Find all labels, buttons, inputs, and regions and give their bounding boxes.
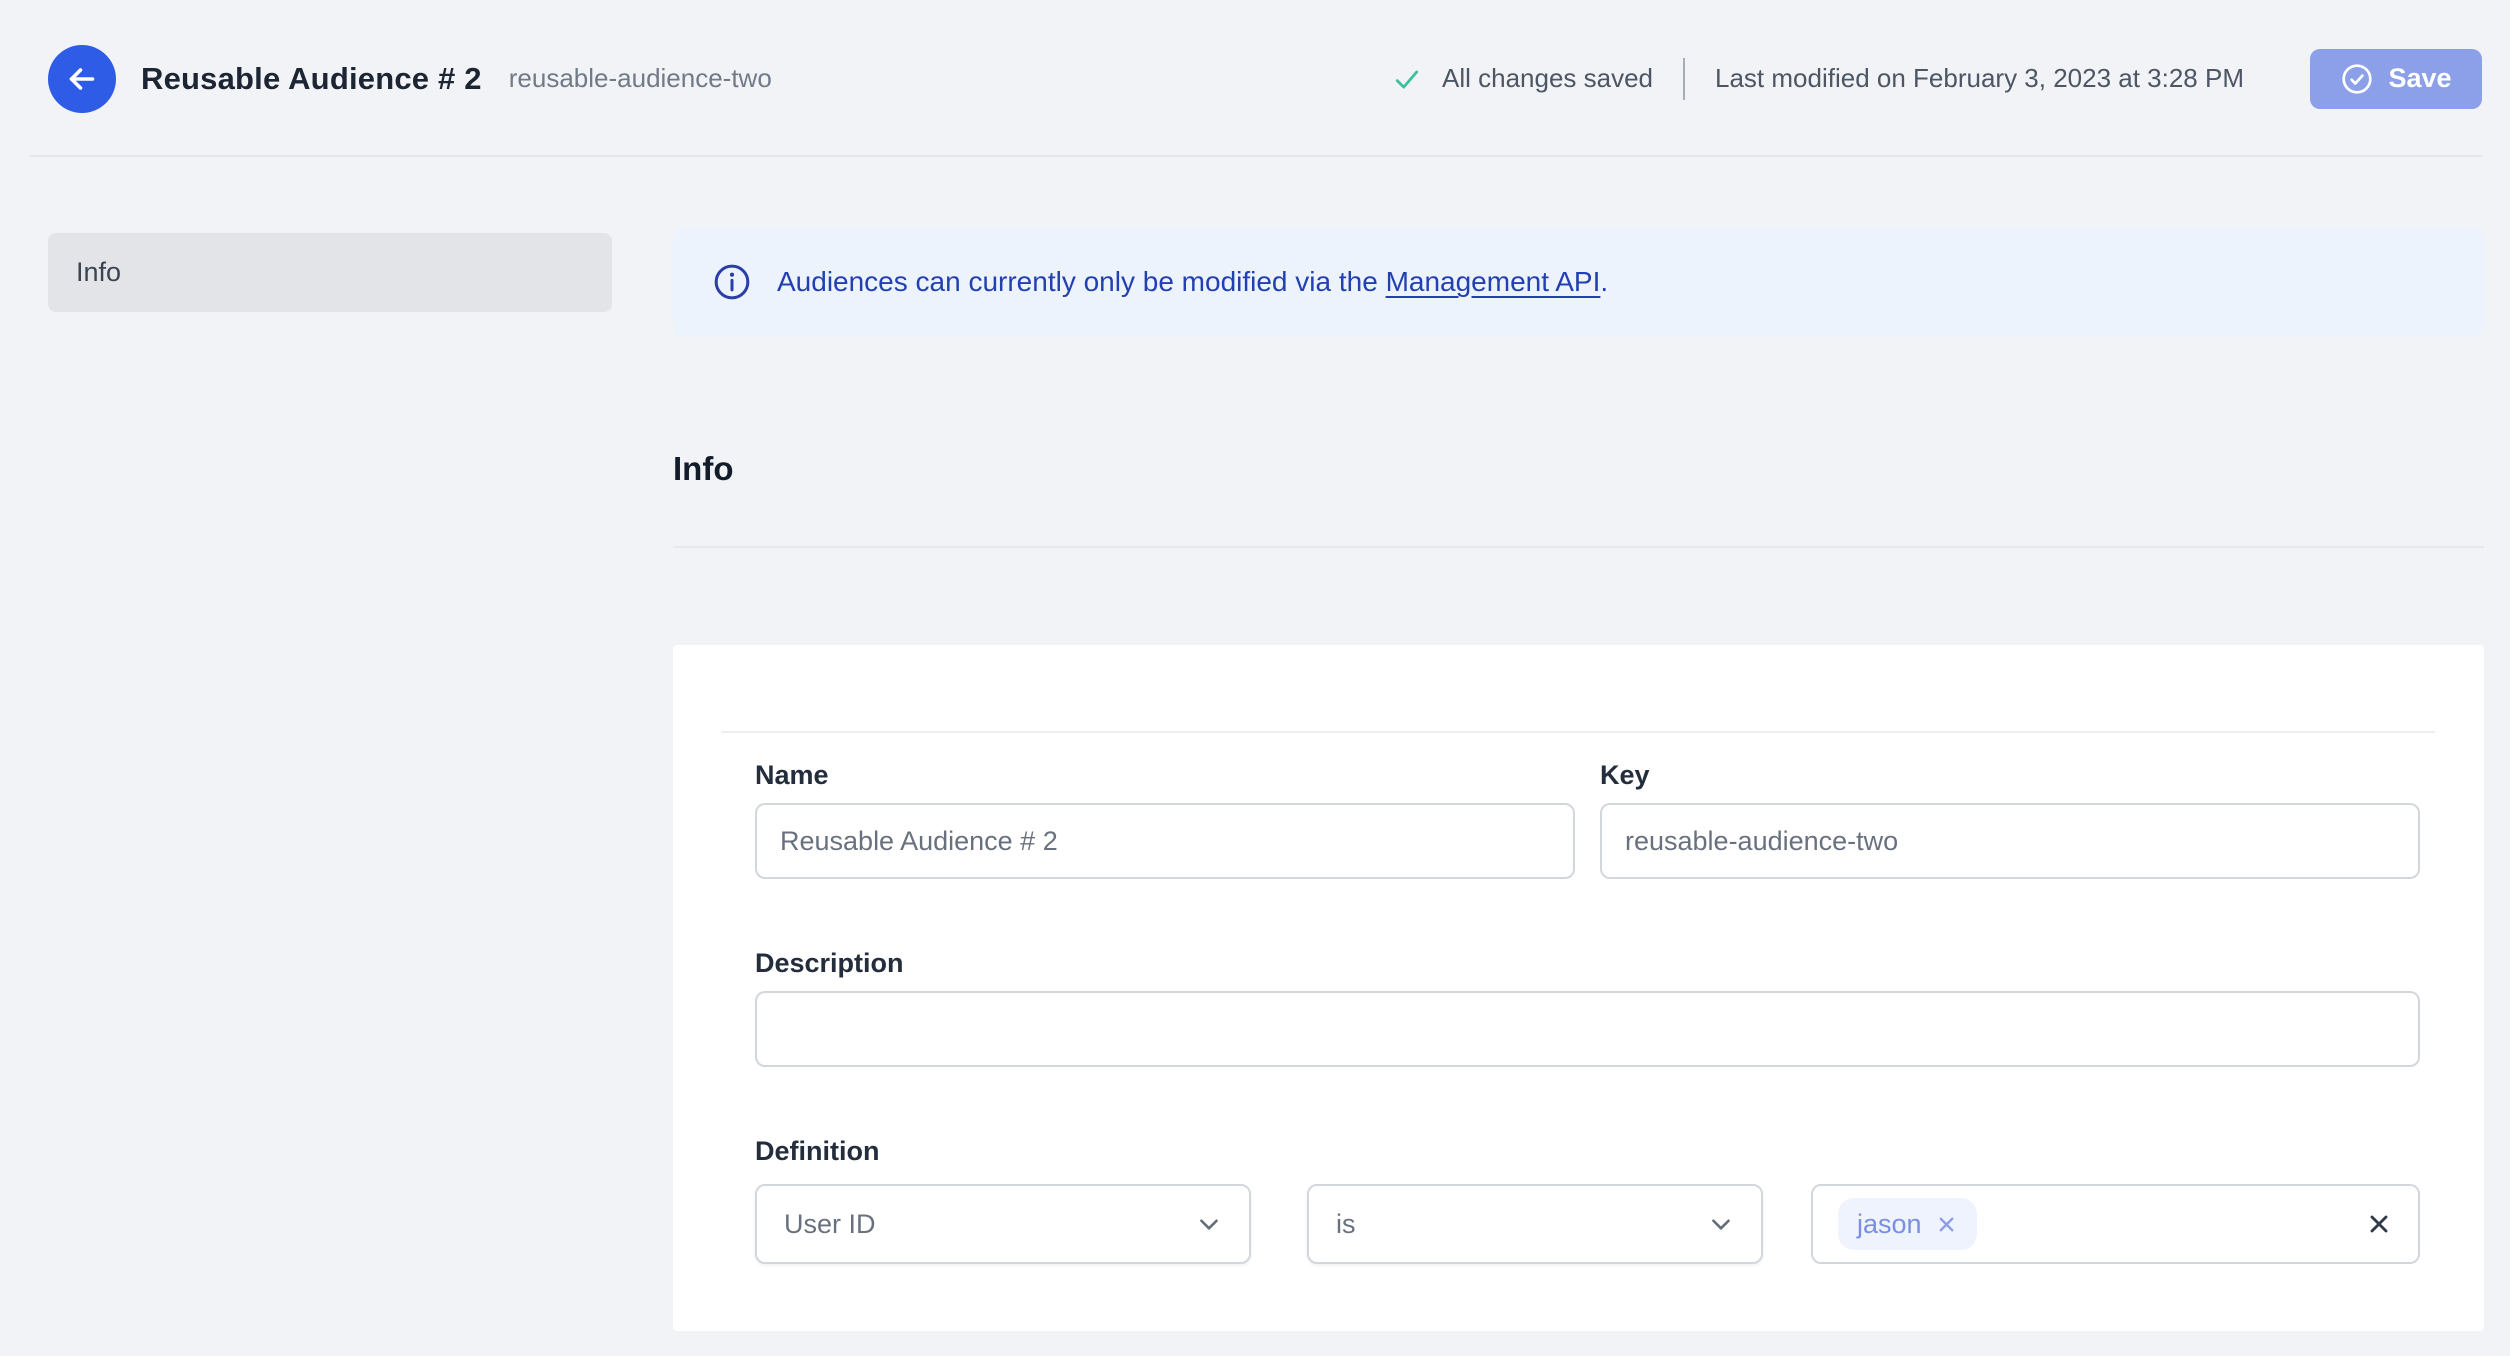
clear-values-icon[interactable] [2365, 1210, 2393, 1238]
key-label: Key [1600, 760, 1650, 790]
circle-check-icon [2340, 62, 2374, 96]
remove-value-icon[interactable] [1935, 1213, 1958, 1236]
value-tag-label: jason [1857, 1208, 1922, 1239]
sidebar-item-label: Info [76, 257, 122, 287]
definition-label: Definition [755, 1136, 880, 1166]
definition-values-input[interactable]: jason [1811, 1184, 2420, 1264]
description-input[interactable] [755, 991, 2420, 1067]
description-field-group: Description [755, 950, 2420, 1067]
key-input[interactable] [1600, 803, 2420, 879]
chevron-down-icon [1196, 1211, 1222, 1237]
info-banner: Audiences can currently only be modified… [673, 227, 2484, 337]
definition-field-group: Definition User ID is jason [755, 1138, 2420, 1264]
header-right-group: All changes saved Last modified on Febru… [1392, 48, 2482, 109]
banner-text-before: Audiences can currently only be modified… [777, 266, 1386, 297]
info-card: Name Key Description Definition User ID [673, 645, 2484, 1331]
header-vertical-divider [1683, 57, 1686, 100]
definition-field-selected-value: User ID [784, 1208, 876, 1239]
arrow-left-icon [64, 61, 100, 97]
last-modified-text: Last modified on February 3, 2023 at 3:2… [1715, 63, 2244, 93]
definition-operator-select[interactable]: is [1307, 1184, 1763, 1264]
definition-controls-row: User ID is jason [755, 1184, 2420, 1264]
sidebar-item-info[interactable]: Info [48, 233, 612, 312]
check-icon [1392, 66, 1422, 92]
chevron-down-icon [1708, 1211, 1734, 1237]
description-label: Description [755, 948, 904, 978]
definition-operator-selected-value: is [1336, 1208, 1356, 1239]
page-title: Reusable Audience # 2 [141, 60, 482, 96]
name-input[interactable] [755, 803, 1575, 879]
card-top-divider [722, 731, 2435, 733]
banner-text-after: . [1600, 266, 1609, 297]
header-bar: Reusable Audience # 2 reusable-audience-… [0, 0, 2510, 157]
management-api-link[interactable]: Management API [1386, 266, 1601, 297]
audience-key-subtitle: reusable-audience-two [508, 63, 772, 93]
save-button[interactable]: Save [2310, 48, 2482, 109]
key-field-group: Key [1600, 762, 2420, 879]
save-button-label: Save [2388, 63, 2452, 93]
info-circle-icon [713, 263, 751, 301]
name-label: Name [755, 760, 829, 790]
banner-message: Audiences can currently only be modified… [777, 266, 1608, 298]
back-button[interactable] [48, 44, 116, 113]
definition-field-select[interactable]: User ID [755, 1184, 1251, 1264]
save-status-text: All changes saved [1441, 63, 1654, 93]
value-tag: jason [1838, 1198, 1977, 1250]
audience-edit-page: Reusable Audience # 2 reusable-audience-… [0, 0, 2510, 1356]
section-divider [673, 546, 2484, 548]
name-field-group: Name [755, 762, 1575, 879]
section-heading: Info [673, 450, 734, 487]
